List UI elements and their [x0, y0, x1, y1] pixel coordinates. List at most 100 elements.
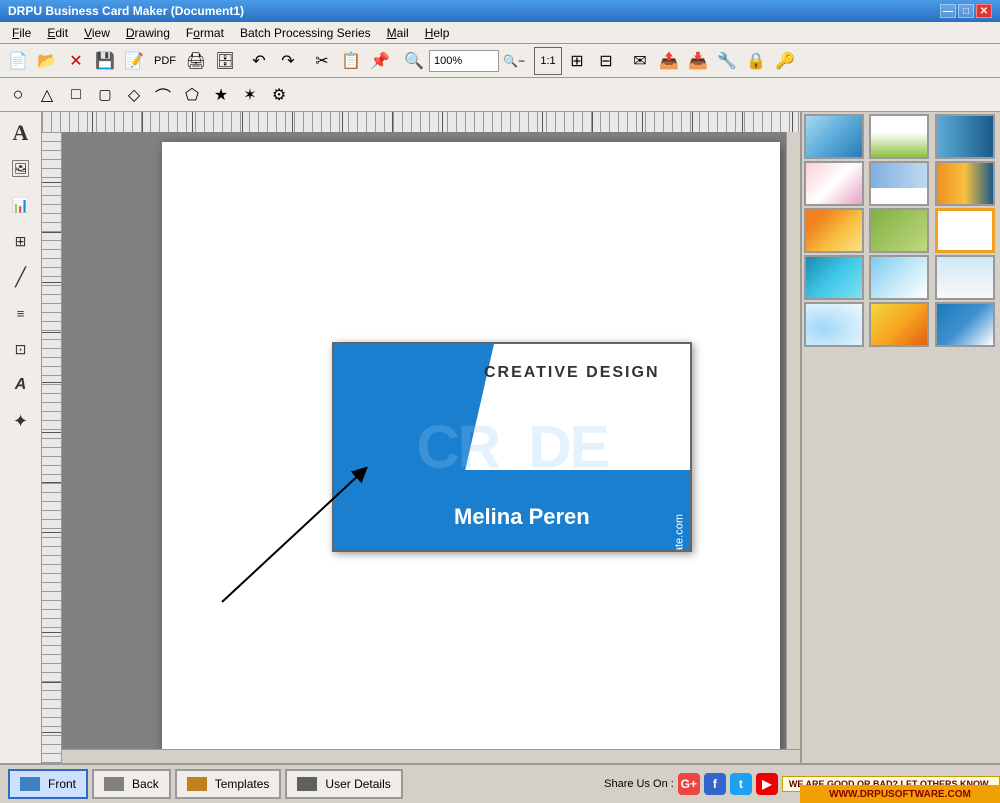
savepdf-button[interactable]: PDF: [149, 47, 181, 75]
db-button[interactable]: 🗄: [211, 47, 239, 75]
tool2-button[interactable]: 🔒: [742, 47, 770, 75]
horizontal-scrollbar[interactable]: [62, 749, 800, 763]
star6-tool[interactable]: ✶: [236, 81, 264, 109]
star5-tool[interactable]: ★: [207, 81, 235, 109]
back-icon: [104, 777, 124, 791]
undo-button[interactable]: ↶: [245, 47, 273, 75]
zoom-out-btn[interactable]: 🔍−: [500, 47, 528, 75]
page-canvas[interactable]: CR DE CREATIVE DESIGN Melina Peren peren…: [162, 142, 780, 753]
pentagon-tool[interactable]: ⬠: [178, 81, 206, 109]
line-tool[interactable]: ╱: [4, 260, 38, 294]
tool1-button[interactable]: 🔧: [713, 47, 741, 75]
template-9[interactable]: [935, 208, 995, 253]
template-8[interactable]: [869, 208, 929, 253]
card-watermark: CR DE: [416, 413, 607, 482]
google-icon[interactable]: G+: [678, 773, 700, 795]
roundrect-tool[interactable]: ▢: [91, 81, 119, 109]
table-tool[interactable]: ⊡: [4, 332, 38, 366]
arc-tool[interactable]: ⌒: [149, 81, 177, 109]
rectangle-tool[interactable]: □: [62, 81, 90, 109]
menu-help[interactable]: Help: [417, 24, 458, 42]
grid-button[interactable]: ⊞: [563, 47, 591, 75]
menu-file[interactable]: File: [4, 24, 39, 42]
template-5[interactable]: [869, 161, 929, 206]
saveas-button[interactable]: 📝: [120, 47, 148, 75]
templates-button[interactable]: Templates: [175, 769, 282, 799]
template-3[interactable]: [935, 114, 995, 159]
front-label: Front: [48, 777, 76, 791]
left-toolbar: A 🖼 📊 ⊞ ╱ ≡ ⊡ A ✦: [0, 112, 42, 763]
card-creative-text: CREATIVE DESIGN: [484, 364, 660, 382]
copy-button[interactable]: 📋: [337, 47, 365, 75]
template-14[interactable]: [869, 302, 929, 347]
textA-tool[interactable]: A: [4, 368, 38, 402]
menu-batch[interactable]: Batch Processing Series: [232, 24, 379, 42]
qr-tool[interactable]: ⊞: [4, 224, 38, 258]
save-button[interactable]: 💾: [91, 47, 119, 75]
templates-icon: [187, 777, 207, 791]
open-button[interactable]: 📂: [33, 47, 61, 75]
tool3-button[interactable]: 🔑: [771, 47, 799, 75]
canvas-area[interactable]: CR DE CREATIVE DESIGN Melina Peren peren…: [62, 132, 800, 763]
template-6[interactable]: [935, 161, 995, 206]
arrow-annotation: [172, 452, 392, 612]
template-11[interactable]: [869, 255, 929, 300]
diamond-tool[interactable]: ◇: [120, 81, 148, 109]
minimize-button[interactable]: —: [940, 4, 956, 18]
bullet-tool[interactable]: ≡: [4, 296, 38, 330]
menu-edit[interactable]: Edit: [39, 24, 76, 42]
triangle-tool[interactable]: △: [33, 81, 61, 109]
image-tool[interactable]: 🖼: [4, 152, 38, 186]
vertical-ruler: [42, 132, 62, 763]
grid2-button[interactable]: ⊟: [592, 47, 620, 75]
youtube-icon[interactable]: ▶: [756, 773, 778, 795]
mail-button[interactable]: ✉: [626, 47, 654, 75]
star-tool[interactable]: ✦: [4, 404, 38, 438]
fitpage-button[interactable]: 1:1: [534, 47, 562, 75]
menu-mail[interactable]: Mail: [379, 24, 417, 42]
menubar: File Edit View Drawing Format Batch Proc…: [0, 22, 1000, 44]
sep5: [621, 47, 625, 75]
gear-tool[interactable]: ⚙: [265, 81, 293, 109]
text-tool[interactable]: A: [4, 116, 38, 150]
templates-label: Templates: [215, 777, 270, 791]
print-button[interactable]: 🖨: [182, 47, 210, 75]
template-1[interactable]: [804, 114, 864, 159]
new-button[interactable]: 📄: [4, 47, 32, 75]
template-12[interactable]: [935, 255, 995, 300]
toolbar1: 📄 📂 ✕ 💾 📝 PDF 🖨 🗄 ↶ ↷ ✂ 📋 📌 🔍 100% 🔍− 1:…: [0, 44, 1000, 78]
window-title: DRPU Business Card Maker (Document1): [8, 4, 244, 18]
sep2: [303, 47, 307, 75]
user-details-button[interactable]: User Details: [285, 769, 402, 799]
facebook-icon[interactable]: f: [704, 773, 726, 795]
redo-button[interactable]: ↷: [274, 47, 302, 75]
menu-format[interactable]: Format: [178, 24, 232, 42]
titlebar: DRPU Business Card Maker (Document1) — □…: [0, 0, 1000, 22]
close-button[interactable]: ✕: [976, 4, 992, 18]
vertical-scrollbar[interactable]: [786, 132, 800, 749]
template-10[interactable]: [804, 255, 864, 300]
template-7[interactable]: [804, 208, 864, 253]
card-name: Melina Peren: [454, 504, 590, 530]
menu-drawing[interactable]: Drawing: [118, 24, 178, 42]
barcode-tool[interactable]: 📊: [4, 188, 38, 222]
menu-view[interactable]: View: [76, 24, 118, 42]
back-button[interactable]: Back: [92, 769, 171, 799]
templates-panel: [800, 112, 1000, 763]
sep3: [395, 47, 399, 75]
export-button[interactable]: 📤: [655, 47, 683, 75]
maximize-button[interactable]: □: [958, 4, 974, 18]
front-button[interactable]: Front: [8, 769, 88, 799]
import-button[interactable]: 📥: [684, 47, 712, 75]
template-2[interactable]: [869, 114, 929, 159]
close-button-tb[interactable]: ✕: [62, 47, 90, 75]
zoom-in-btn[interactable]: 🔍: [400, 47, 428, 75]
paste-button[interactable]: 📌: [366, 47, 394, 75]
ellipse-tool[interactable]: ○: [4, 81, 32, 109]
zoom-input[interactable]: 100%: [429, 50, 499, 72]
template-4[interactable]: [804, 161, 864, 206]
twitter-icon[interactable]: t: [730, 773, 752, 795]
template-13[interactable]: [804, 302, 864, 347]
cut-button[interactable]: ✂: [308, 47, 336, 75]
template-15[interactable]: [935, 302, 995, 347]
